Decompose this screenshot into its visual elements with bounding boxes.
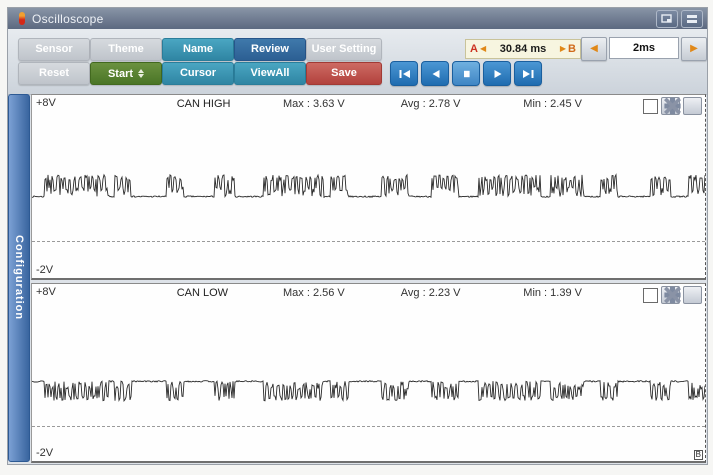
can-low-waveform	[32, 379, 705, 403]
title-bar: Oscilloscope	[8, 8, 707, 29]
start-spinner-icon[interactable]	[138, 69, 145, 78]
app-icon	[19, 12, 25, 25]
cursor-b-arrow-icon[interactable]: ▶	[558, 45, 568, 53]
timebase-increase-button[interactable]: ▶	[681, 37, 707, 61]
zero-volt-line	[32, 425, 705, 427]
play-backward-icon	[432, 69, 439, 78]
start-button[interactable]: Start	[90, 62, 162, 85]
ab-range-value: 30.84 ms	[499, 43, 547, 55]
cursor-b-label: B	[568, 43, 576, 55]
timebase-decrease-button[interactable]: ◀	[581, 37, 607, 61]
channel2-bottom-voltage-label: -2V	[36, 447, 54, 459]
configuration-tab-label: Configuration	[13, 235, 25, 321]
close-icon	[664, 97, 681, 115]
save-button[interactable]: Save	[306, 62, 382, 85]
cursor-a-arrow-icon[interactable]: ◀	[478, 45, 488, 53]
channel2-min-value: Min : 1.39 V	[523, 287, 582, 299]
reset-button[interactable]: Reset	[18, 62, 90, 85]
channel-can-low: +8V -2V CAN LOW Max : 2.56 V Avg : 2.23 …	[31, 283, 706, 463]
name-button[interactable]: Name	[162, 38, 234, 61]
cursor-button[interactable]: Cursor	[162, 62, 234, 85]
review-button[interactable]: Review	[234, 38, 306, 61]
close-icon	[664, 286, 681, 304]
cursor-b-marker[interactable]: B	[693, 450, 703, 460]
sensor-button[interactable]: Sensor	[18, 38, 90, 61]
channel-can-high: +8V -2V CAN HIGH Max : 3.63 V Avg : 2.78…	[31, 94, 706, 280]
maximize-window-button[interactable]	[681, 10, 703, 28]
playback-controls	[390, 61, 542, 86]
oscilloscope-window: Oscilloscope Sensor Theme Name Review Us…	[7, 7, 708, 465]
channel1-name: CAN HIGH	[176, 98, 231, 110]
window-title: Oscilloscope	[32, 11, 104, 26]
stop-icon	[463, 70, 470, 77]
channel1-close-button[interactable]	[664, 97, 702, 115]
cursor-a-label: A	[470, 43, 478, 55]
stop-button[interactable]	[452, 61, 480, 86]
skip-to-end-button[interactable]	[514, 61, 542, 86]
channel1-max-value: Max : 3.63 V	[283, 98, 345, 110]
start-button-label: Start	[107, 67, 134, 80]
channel1-min-value: Min : 2.45 V	[523, 98, 582, 110]
ab-range-box[interactable]: A ◀ 30.84 ms ▶ B	[465, 39, 581, 59]
can-high-waveform	[32, 173, 705, 199]
stacked-bars-icon	[687, 15, 697, 23]
timebase-value: 2ms	[609, 37, 679, 59]
plot-region: Configuration +8V -2V CAN HIGH Max : 3.6…	[8, 94, 707, 464]
step-back-button[interactable]	[421, 61, 449, 86]
configuration-tab[interactable]: Configuration	[8, 94, 30, 462]
channel1-bottom-voltage-label: -2V	[36, 264, 54, 276]
channel2-max-value: Max : 2.56 V	[283, 287, 345, 299]
toolbar: Sensor Theme Name Review User Setting Re…	[8, 29, 707, 95]
restore-window-button[interactable]	[656, 10, 678, 28]
channel2-top-voltage-label: +8V	[36, 286, 56, 298]
skip-start-icon	[399, 69, 410, 78]
viewall-button[interactable]: ViewAll	[234, 62, 306, 85]
channel1-top-voltage-label: +8V	[36, 97, 56, 109]
skip-end-icon	[522, 69, 533, 78]
channel2-avg-value: Avg : 2.23 V	[400, 287, 461, 299]
play-icon	[494, 69, 501, 78]
channel1-avg-value: Avg : 2.78 V	[400, 98, 461, 110]
channel2-close-button[interactable]	[664, 286, 702, 304]
restore-icon	[661, 14, 672, 23]
zero-volt-line	[32, 241, 705, 243]
theme-button[interactable]: Theme	[90, 38, 162, 61]
play-button[interactable]	[483, 61, 511, 86]
user-setting-button[interactable]: User Setting	[306, 38, 382, 61]
channel2-name: CAN LOW	[176, 287, 229, 299]
skip-to-start-button[interactable]	[390, 61, 418, 86]
